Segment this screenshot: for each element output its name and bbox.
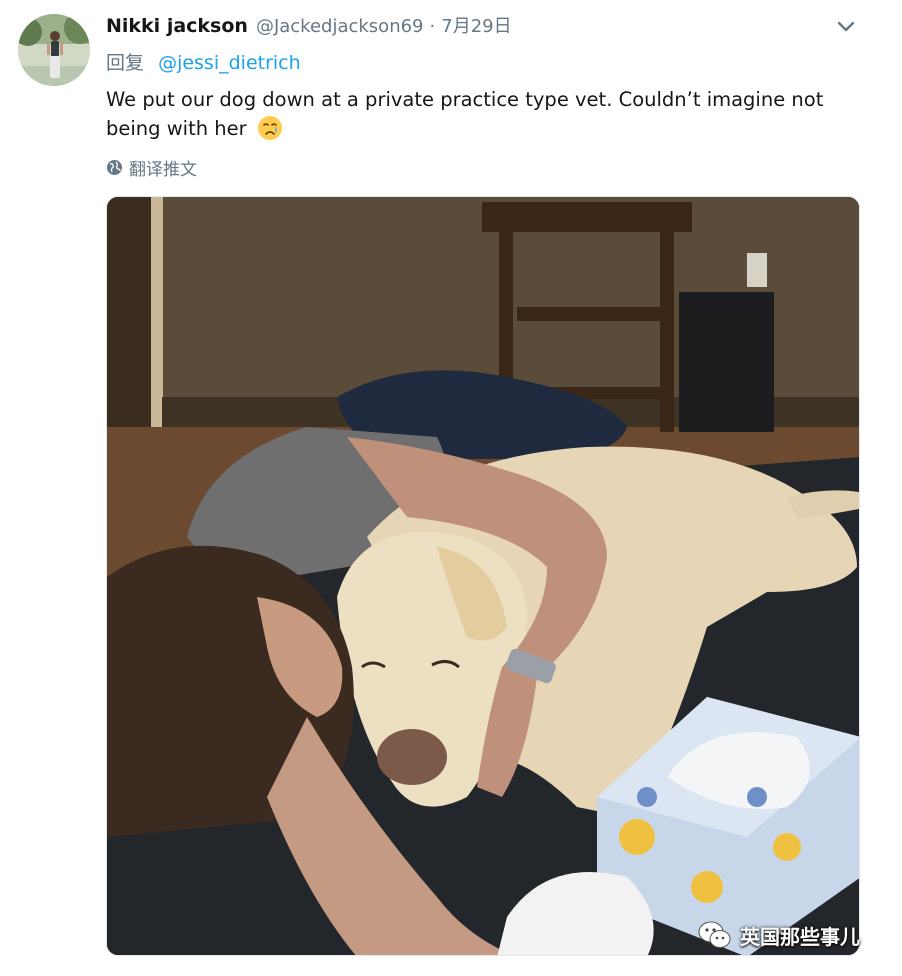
avatar[interactable] — [18, 14, 90, 86]
author-handle[interactable]: @Jackedjackson69 — [256, 16, 424, 37]
tweet-photo[interactable] — [106, 196, 860, 956]
watermark-text: 英国那些事儿 — [740, 924, 860, 949]
photo-woman-hugging-dog — [107, 197, 859, 955]
tweet-menu-button[interactable] — [834, 16, 858, 38]
reply-to-link[interactable]: @jessi_dietrich — [158, 52, 301, 74]
tweet-date[interactable]: 7月29日 — [441, 12, 511, 38]
wechat-icon — [698, 921, 731, 948]
separator-dot: · — [429, 16, 436, 37]
crying-face-icon — [257, 116, 282, 140]
tweet-header: Nikki jackson @Jackedjackson69 · 7月29日 — [106, 12, 512, 42]
tweet: Nikki jackson @Jackedjackson69 · 7月29日 回… — [0, 0, 902, 976]
chevron-down-icon — [837, 21, 855, 32]
tweet-body: We put our dog down at a private practic… — [106, 88, 824, 140]
tweet-text: We put our dog down at a private practic… — [106, 85, 856, 143]
reply-prefix: 回复 — [106, 52, 145, 74]
globe-icon — [107, 159, 122, 175]
avatar-image — [18, 14, 90, 86]
author-name[interactable]: Nikki jackson — [106, 15, 248, 37]
translate-label: 翻译推文 — [129, 159, 197, 180]
translate-tweet-link[interactable]: 翻译推文 — [106, 155, 197, 180]
reply-context: 回复 @jessi_dietrich — [106, 48, 301, 75]
watermark: 英国那些事儿 — [698, 918, 860, 952]
